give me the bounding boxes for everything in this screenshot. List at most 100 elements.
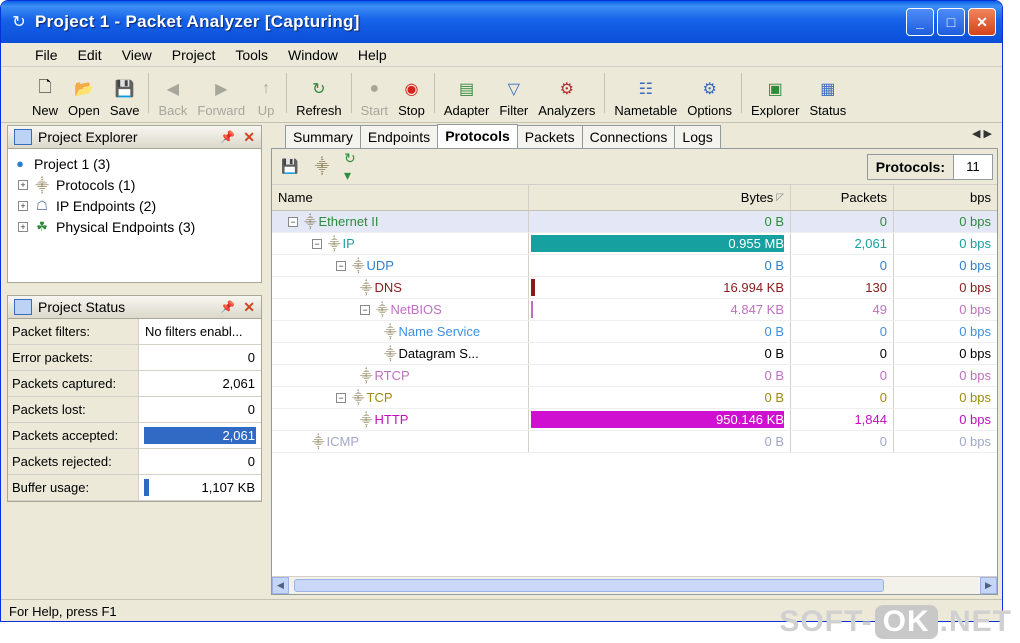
save-button[interactable]: 💾 Save <box>105 78 145 118</box>
stop-button[interactable]: ◉ Stop <box>393 78 430 118</box>
bytes-value: 950.146 KB <box>716 412 784 427</box>
table-row[interactable]: ⸎ Datagram S... 0 B 0 0 bps <box>272 343 997 365</box>
tree-item-protocols[interactable]: + ⸎ Protocols (1) <box>12 174 257 195</box>
horizontal-scrollbar[interactable]: ◀ ▶ <box>272 576 997 594</box>
tab-connections[interactable]: Connections <box>581 125 676 148</box>
toolbar-separator <box>286 72 288 113</box>
refresh-dropdown-icon[interactable]: ↻ ▾ <box>344 150 364 183</box>
menu-view[interactable]: View <box>112 47 162 63</box>
tree-item-project[interactable]: ● Project 1 (3) <box>12 153 257 174</box>
title-bar[interactable]: ↻ Project 1 - Packet Analyzer [Capturing… <box>1 1 1002 43</box>
column-bps[interactable]: bps <box>894 185 997 210</box>
packets-value: 0 <box>791 343 894 364</box>
expand-icon[interactable]: + <box>18 200 28 211</box>
scroll-right-icon[interactable]: ▶ <box>980 577 997 594</box>
table-row[interactable]: − ⸎ UDP 0 B 0 0 bps <box>272 255 997 277</box>
packets-value: 0 <box>791 387 894 408</box>
toolbar-separator <box>148 72 150 113</box>
tab-packets[interactable]: Packets <box>516 125 583 148</box>
bytes-value: 4.847 KB <box>730 302 785 317</box>
close-panel-icon[interactable]: ✕ <box>243 129 255 146</box>
collapse-icon[interactable]: − <box>336 260 346 271</box>
bytes-value: 16.994 KB <box>723 280 784 295</box>
options-button[interactable]: ⚙ Options <box>682 78 737 118</box>
table-row[interactable]: − ⸎ NetBIOS 4.847 KB 49 0 bps <box>272 299 997 321</box>
protocol-name: HTTP <box>374 412 409 427</box>
protocol-filter-icon[interactable]: ⸎ <box>312 157 332 177</box>
close-panel-icon[interactable]: ✕ <box>243 299 255 316</box>
physical-endpoints-icon: ☘ <box>36 218 48 234</box>
adapter-button[interactable]: ▤ Adapter <box>439 78 495 118</box>
table-row[interactable]: ⸎ Name Service 0 B 0 0 bps <box>272 321 997 343</box>
collapse-icon[interactable]: − <box>336 392 346 403</box>
collapse-icon[interactable]: − <box>360 304 370 315</box>
forward-button[interactable]: ▶ Forward <box>192 78 250 118</box>
menu-help[interactable]: Help <box>348 47 397 63</box>
bytes-value: 0 B <box>764 346 784 361</box>
tab-logs[interactable]: Logs <box>674 125 721 148</box>
tree-item-physical-endpoints[interactable]: + ☘ Physical Endpoints (3) <box>12 216 257 237</box>
analyzers-button[interactable]: ⚙ Analyzers <box>533 78 600 118</box>
refresh-button[interactable]: ↻ Refresh <box>291 78 347 118</box>
filter-button[interactable]: ▽ Filter <box>494 78 533 118</box>
toolbar-separator <box>433 72 435 113</box>
status-row-buffer-usage: Buffer usage: 1,107 KB <box>8 475 261 501</box>
table-row[interactable]: − ⸎ TCP 0 B 0 0 bps <box>272 387 997 409</box>
table-row[interactable]: − ⸎ IP 0.955 MB 2,061 0 bps <box>272 233 997 255</box>
nametable-button[interactable]: ☷ Nametable <box>609 78 682 118</box>
packets-value: 2,061 <box>791 233 894 254</box>
protocols-view: Summary Endpoints Protocols Packets Conn… <box>271 124 998 595</box>
packets-value: 0 <box>791 211 894 232</box>
menu-bar: File Edit View Project Tools Window Help <box>1 43 1002 67</box>
menu-window[interactable]: Window <box>278 47 348 63</box>
buffer-usage-bar <box>144 479 149 496</box>
pin-icon[interactable]: 📌 <box>220 300 235 314</box>
explorer-button[interactable]: ▣ Explorer <box>746 78 804 118</box>
tab-endpoints[interactable]: Endpoints <box>359 125 439 148</box>
table-row[interactable]: ⸎ HTTP 950.146 KB 1,844 0 bps <box>272 409 997 431</box>
start-button[interactable]: ● Start <box>356 78 393 118</box>
column-name[interactable]: Name <box>272 185 529 210</box>
tab-scroll-arrows[interactable]: ◀ ▶ <box>972 127 992 140</box>
save-data-icon[interactable]: 💾 <box>280 157 300 177</box>
menu-edit[interactable]: Edit <box>68 47 112 63</box>
main-window: ↻ Project 1 - Packet Analyzer [Capturing… <box>0 0 1003 622</box>
tree-item-ip-endpoints[interactable]: + ☖ IP Endpoints (2) <box>12 195 257 216</box>
collapse-icon[interactable]: − <box>312 238 322 249</box>
table-row[interactable]: ⸎ DNS 16.994 KB 130 0 bps <box>272 277 997 299</box>
protocol-name: RTCP <box>374 368 410 383</box>
menu-project[interactable]: Project <box>162 47 226 63</box>
minimize-button[interactable]: _ <box>906 8 934 36</box>
up-button[interactable]: ↑ Up <box>250 78 282 118</box>
pin-icon[interactable]: 📌 <box>220 130 235 144</box>
protocol-name: TCP <box>366 390 393 405</box>
scroll-left-icon[interactable]: ◀ <box>272 577 289 594</box>
protocol-icon: ⸎ <box>360 413 373 427</box>
menu-file[interactable]: File <box>25 47 68 63</box>
save-icon: 💾 <box>114 81 135 98</box>
tab-summary[interactable]: Summary <box>285 125 361 148</box>
back-button[interactable]: ◀ Back <box>153 78 192 118</box>
protocols-icon: ⸎ <box>35 177 49 193</box>
tab-protocols[interactable]: Protocols <box>437 124 518 148</box>
adapter-icon: ▤ <box>459 81 475 98</box>
table-row[interactable]: − ⸎ Ethernet II 0 B 0 0 bps <box>272 211 997 233</box>
open-button[interactable]: 📂 Open <box>63 78 105 118</box>
collapse-icon[interactable]: − <box>288 216 298 227</box>
maximize-button[interactable]: □ <box>937 8 965 36</box>
new-button[interactable]: 🗋 New <box>27 78 63 119</box>
close-button[interactable]: ✕ <box>968 8 996 36</box>
ip-endpoints-icon: ☖ <box>36 197 48 213</box>
expand-icon[interactable]: + <box>18 179 28 190</box>
table-row[interactable]: ⸎ RTCP 0 B 0 0 bps <box>272 365 997 387</box>
status-button[interactable]: ▦ Status <box>804 78 851 118</box>
bps-value: 0 bps <box>959 346 991 361</box>
scroll-thumb[interactable] <box>294 579 884 592</box>
table-row[interactable]: ⸎ ICMP 0 B 0 0 bps <box>272 431 997 453</box>
column-bytes[interactable]: Bytes ◸ <box>529 185 791 210</box>
column-packets[interactable]: Packets <box>791 185 894 210</box>
expand-icon[interactable]: + <box>18 221 28 232</box>
protocol-icon: ⸎ <box>384 347 397 361</box>
new-file-icon: 🗋 <box>38 78 52 96</box>
menu-tools[interactable]: Tools <box>225 47 278 63</box>
